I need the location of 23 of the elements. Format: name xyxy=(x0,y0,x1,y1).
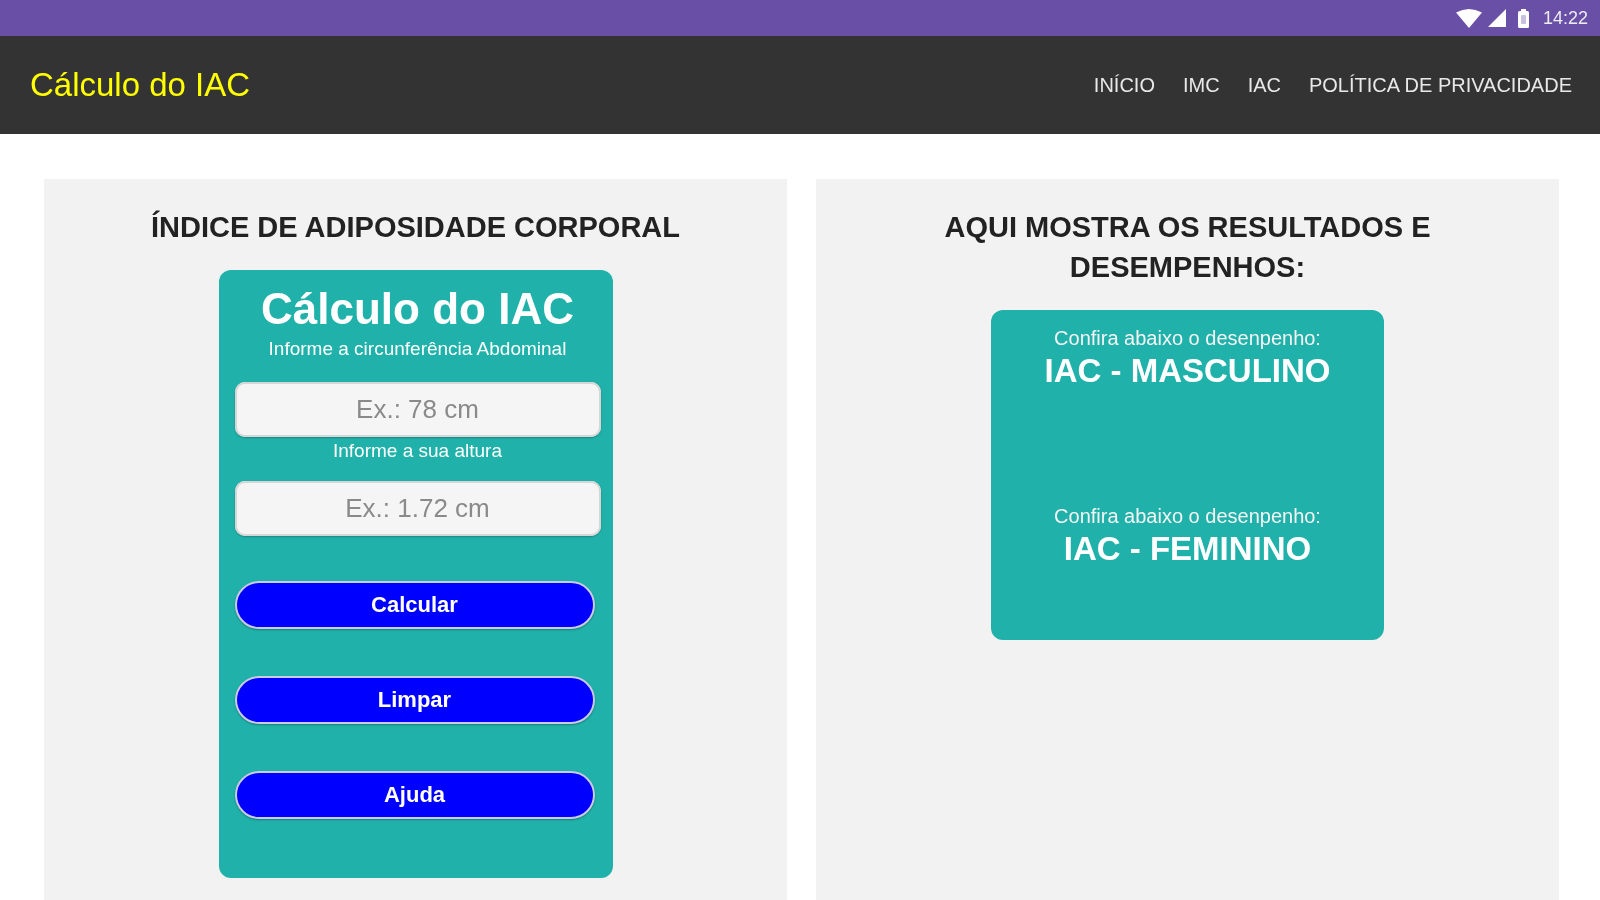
wifi-icon xyxy=(1455,8,1482,28)
action-button[interactable]: Calcular xyxy=(234,581,595,629)
field-label: Informe a sua altura xyxy=(333,439,502,463)
clock-time: 14:22 xyxy=(1542,7,1588,29)
app-title: Cálculo do IAC xyxy=(30,66,251,104)
card-title: Cálculo do IAC xyxy=(261,284,574,334)
action-button[interactable]: Limpar xyxy=(234,676,595,724)
battery-icon xyxy=(1517,8,1529,28)
nav-link[interactable]: IMC xyxy=(1182,73,1220,97)
input-field[interactable]: Ex.: 1.72 cm xyxy=(234,481,601,536)
result-title: IAC - MASCULINO xyxy=(1044,351,1331,391)
result-caption: Confira abaixo o desenpenho: xyxy=(1054,504,1321,529)
input-field[interactable]: Ex.: 78 cm xyxy=(234,382,601,437)
nav-link[interactable]: INÍCIO xyxy=(1093,73,1155,97)
result-caption: Confira abaixo o desenpenho: xyxy=(1054,326,1321,351)
nav-link[interactable]: IAC xyxy=(1247,73,1281,97)
nav-link[interactable]: POLÍTICA DE PRIVACIDADE xyxy=(1308,73,1572,97)
panel-heading: ÍNDICE DE ADIPOSIDADE CORPORAL xyxy=(151,209,680,245)
panel-heading: AQUI MOSTRA OS RESULTADOS E DESEMPENHOS: xyxy=(943,210,1432,285)
field-label: Informe a circunferência Abdominal xyxy=(268,337,567,361)
signal-icon xyxy=(1487,9,1506,27)
result-title: IAC - FEMININO xyxy=(1063,529,1312,569)
action-button[interactable]: Ajuda xyxy=(234,771,595,819)
